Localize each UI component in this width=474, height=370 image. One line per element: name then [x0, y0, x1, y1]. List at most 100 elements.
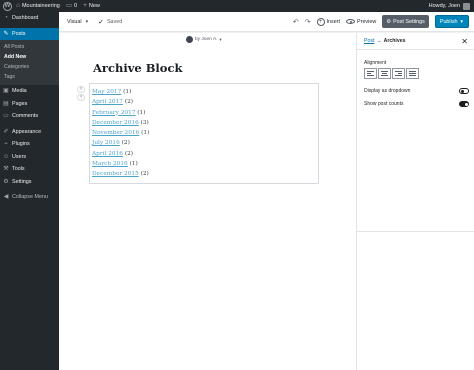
- home-icon: ⌂: [16, 1, 20, 9]
- list-item: February 2017 (1): [92, 108, 149, 118]
- archive-link[interactable]: July 2016: [92, 140, 120, 146]
- panel-divider: [357, 231, 474, 232]
- archive-link[interactable]: December 2016: [92, 120, 139, 126]
- archive-count: (2): [124, 99, 134, 106]
- submenu-add-new[interactable]: Add New: [0, 52, 59, 62]
- post-settings-button[interactable]: ⚙ Post Settings: [382, 15, 429, 28]
- preview-button[interactable]: Preview: [346, 19, 376, 25]
- list-item: March 2016 (1): [92, 159, 149, 169]
- archive-count: (2): [124, 150, 134, 157]
- insert-button[interactable]: + Insert: [316, 17, 341, 26]
- undo-icon[interactable]: ↶: [293, 18, 299, 26]
- submenu-categories[interactable]: Categories: [0, 62, 59, 72]
- wrench-icon: ⚒: [3, 166, 9, 173]
- list-item: November 2016 (1): [92, 128, 149, 138]
- sidebar-item-plugins[interactable]: ⌁ Plugins: [0, 138, 59, 151]
- new-content-link[interactable]: + New: [83, 2, 100, 10]
- align-right-button[interactable]: [392, 68, 405, 79]
- wordpress-logo-icon[interactable]: W: [3, 1, 12, 11]
- insert-label: Insert: [326, 18, 341, 25]
- collapse-icon: ◀: [3, 194, 9, 201]
- admin-sidebar: ◔ Dashboard ✎ Posts All Posts Add New Ca…: [0, 12, 59, 370]
- sidebar-item-users[interactable]: ☺ Users: [0, 151, 59, 164]
- show-post-counts-toggle[interactable]: [459, 101, 469, 107]
- archive-link[interactable]: April 2016: [92, 151, 123, 157]
- redo-icon[interactable]: ↷: [305, 18, 311, 26]
- author-selector[interactable]: by Joen A. ▾: [186, 36, 222, 43]
- site-name: Mountaineering: [21, 3, 60, 9]
- sidebar-item-label: Posts: [12, 30, 26, 37]
- sidebar-item-media[interactable]: ▣ Media: [0, 85, 59, 98]
- sidebar-item-posts[interactable]: ✎ Posts: [0, 27, 59, 40]
- post-settings-label: Post Settings: [393, 18, 425, 25]
- comments-link[interactable]: ▭ 0: [65, 1, 78, 10]
- sidebar-item-comments[interactable]: ▭ Comments: [0, 110, 59, 123]
- breadcrumb-post-link[interactable]: Post: [364, 38, 374, 44]
- align-left-button[interactable]: [364, 68, 377, 79]
- archive-link[interactable]: May 2017: [92, 89, 121, 95]
- list-item: July 2016 (2): [92, 138, 149, 148]
- author-label: by Joen A.: [195, 37, 218, 42]
- publish-button[interactable]: Publish ▼: [434, 15, 469, 28]
- site-name-link[interactable]: ⌂ Mountaineering: [16, 1, 60, 10]
- block-mover: ˄ ˅: [77, 86, 85, 101]
- plus-circle-icon: +: [316, 17, 325, 26]
- sidebar-item-label: Tools: [12, 166, 25, 173]
- comment-bubble-icon: ▭: [65, 1, 73, 9]
- comments-icon: ▭: [3, 113, 9, 120]
- archive-link[interactable]: November 2016: [92, 130, 139, 136]
- sidebar-item-label: Collapse Menu: [12, 194, 48, 201]
- new-label: New: [88, 3, 100, 9]
- preview-label: Preview: [357, 18, 377, 25]
- editor-canvas: by Joen A. ▾ Archive Block ˄ ˅ May 2017 …: [59, 33, 356, 370]
- list-item: April 2016 (2): [92, 149, 149, 159]
- media-icon: ▣: [3, 88, 9, 95]
- post-counts-label: Show post counts: [364, 101, 404, 107]
- save-status: ✓ Saved: [98, 18, 122, 26]
- posts-submenu: All Posts Add New Categories Tags: [0, 40, 59, 85]
- sidebar-item-pages[interactable]: ▤ Pages: [0, 98, 59, 111]
- comments-count: 0: [74, 3, 78, 9]
- pages-icon: ▤: [3, 100, 9, 107]
- publish-label: Publish: [439, 18, 458, 25]
- sidebar-item-label: Users: [12, 153, 27, 160]
- panel-header: Post → Archives ✕: [357, 33, 474, 50]
- archive-link[interactable]: December 2015: [92, 171, 139, 177]
- pin-icon: ✎: [3, 30, 9, 37]
- collapse-menu-button[interactable]: ◀ Collapse Menu: [0, 191, 59, 204]
- post-counts-toggle-row: Show post counts: [364, 101, 469, 107]
- sidebar-item-label: Dashboard: [12, 15, 39, 22]
- chevron-down-icon[interactable]: ˅: [77, 94, 85, 101]
- users-icon: ☺: [3, 153, 10, 160]
- author-avatar: [186, 36, 193, 43]
- plugin-icon: ⌁: [4, 141, 8, 148]
- gear-icon: ⚙: [386, 18, 392, 25]
- archive-link[interactable]: February 2017: [92, 110, 135, 116]
- account-menu[interactable]: Howdy, Joen: [429, 2, 470, 10]
- eye-icon: [346, 19, 356, 24]
- sidebar-item-label: Pages: [12, 100, 28, 107]
- post-title[interactable]: Archive Block: [93, 61, 182, 75]
- avatar: [463, 2, 470, 10]
- dropdown-label: Display as dropdown: [364, 88, 411, 94]
- sidebar-item-label: Comments: [12, 113, 39, 120]
- list-item: December 2016 (3): [92, 118, 149, 128]
- align-right-icon: [395, 71, 402, 76]
- archive-link[interactable]: March 2016: [92, 161, 128, 167]
- close-icon[interactable]: ✕: [461, 37, 468, 46]
- sidebar-item-tools[interactable]: ⚒ Tools: [0, 163, 59, 176]
- archive-link[interactable]: April 2017: [92, 99, 123, 105]
- align-wide-button[interactable]: [406, 68, 419, 79]
- submenu-tags[interactable]: Tags: [0, 72, 59, 82]
- sidebar-item-settings[interactable]: ⚙ Settings: [0, 176, 59, 189]
- sidebar-item-dashboard[interactable]: ◔ Dashboard: [0, 12, 59, 25]
- chevron-up-icon[interactable]: ˄: [77, 86, 85, 93]
- submenu-all-posts[interactable]: All Posts: [0, 42, 59, 52]
- align-center-button[interactable]: [378, 68, 391, 79]
- archive-count: (2): [140, 171, 149, 178]
- chevron-down-icon: ▼: [84, 19, 90, 24]
- display-dropdown-toggle[interactable]: [459, 88, 469, 94]
- list-item: December 2015 (2): [92, 169, 149, 179]
- sidebar-item-appearance[interactable]: ✐ Appearance: [0, 126, 59, 139]
- editor-mode-dropdown[interactable]: Visual ▼: [67, 19, 89, 25]
